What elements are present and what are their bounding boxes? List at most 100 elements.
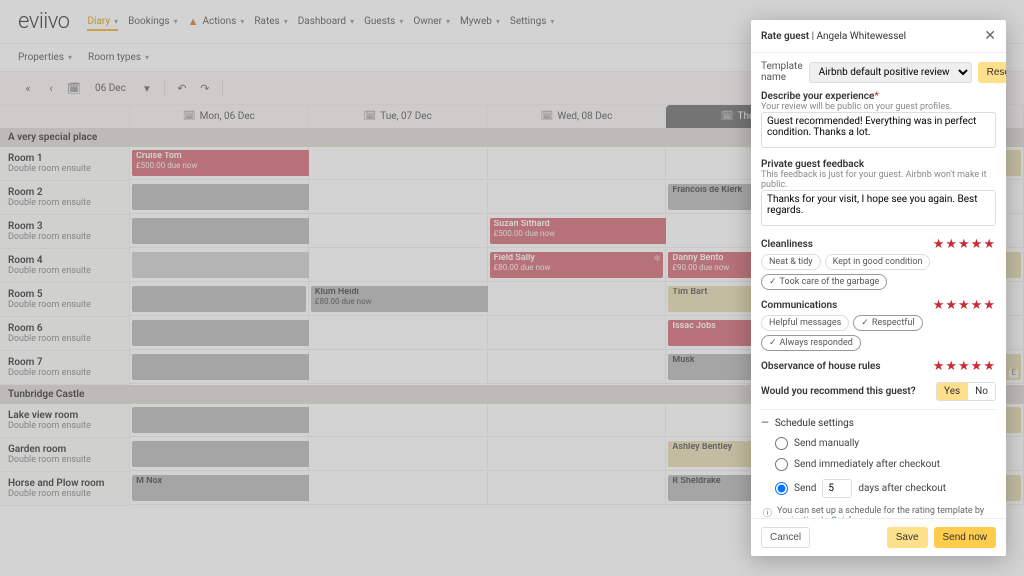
recommend-label: Would you recommend this guest? <box>761 386 916 397</box>
day-column-head[interactable]: 🗓Mon, 06 Dec <box>130 105 309 128</box>
room-label: Room 3Double room ensuite <box>0 215 130 249</box>
grid-cell[interactable] <box>309 249 488 282</box>
undo-icon[interactable]: ↶ <box>172 78 192 98</box>
reset-button[interactable]: Reset <box>978 62 1006 83</box>
room-label: Horse and Plow roomDouble room ensuite <box>0 472 130 506</box>
grid-cell[interactable] <box>488 404 667 437</box>
grid-cell[interactable]: Cruise Tom£500.00 due now✲ <box>130 147 309 180</box>
calendar-icon[interactable]: 🗓 <box>64 78 84 98</box>
grid-cell[interactable] <box>309 472 488 505</box>
room-label: Room 7Double room ensuite <box>0 351 130 385</box>
communications-section: Communications ★★★★★ Helpful messagesRes… <box>761 298 996 351</box>
grid-cell[interactable]: Suzan Sithard£500.00 due now <box>488 215 667 248</box>
private-textarea[interactable]: Thanks for your visit, I hope see you ag… <box>761 190 996 226</box>
brand-logo: eviivo <box>18 9 69 34</box>
grid-cell[interactable]: M Nox✲ <box>130 472 309 505</box>
send-now-button[interactable]: Send now <box>934 527 996 548</box>
room-label: Room 6Double room ensuite <box>0 317 130 351</box>
save-button[interactable]: Save <box>887 527 928 548</box>
room-types-filter[interactable]: Room types ▾ <box>88 52 149 63</box>
close-icon[interactable]: ✕ <box>984 28 996 44</box>
grid-cell[interactable] <box>488 317 667 350</box>
grid-corner <box>0 105 130 128</box>
schedule-days-radio[interactable]: Send days after checkout <box>761 479 996 498</box>
chip[interactable]: Respectful <box>853 315 922 331</box>
day-column-head[interactable]: 🗓Tue, 07 Dec <box>309 105 488 128</box>
first-page-icon[interactable]: « <box>18 78 38 98</box>
nav-owner[interactable]: Owner ▾ <box>413 16 450 27</box>
communications-label: Communications <box>761 300 837 311</box>
panel-footer: Cancel Save Send now <box>751 518 1006 556</box>
grid-cell[interactable]: Field Sally£80.00 due now✲ <box>488 249 667 282</box>
communications-stars[interactable]: ★★★★★ <box>933 298 996 313</box>
grid-cell[interactable] <box>309 147 488 180</box>
main-nav: Diary ▾ Bookings ▾ ▲ Actions ▾ Rates ▾ Dashb… <box>87 15 554 28</box>
recommend-row: Would you recommend this guest? Yes No <box>761 382 996 401</box>
grid-cell[interactable] <box>488 181 667 214</box>
schedule-title: Schedule settings <box>775 418 854 429</box>
day-column-head[interactable]: 🗓Wed, 08 Dec <box>488 105 667 128</box>
chevron-down-icon: ▾ <box>174 17 178 26</box>
recommend-yes[interactable]: Yes <box>936 382 968 401</box>
grid-cell[interactable] <box>130 351 309 384</box>
nav-actions[interactable]: ▲ Actions ▾ <box>188 15 245 28</box>
chevron-down-icon: ▾ <box>550 17 554 26</box>
grid-cell[interactable] <box>309 404 488 437</box>
nav-settings[interactable]: Settings ▾ <box>510 16 555 27</box>
grid-cell[interactable] <box>309 317 488 350</box>
radio-input[interactable] <box>775 458 788 471</box>
redo-icon[interactable]: ↷ <box>195 78 215 98</box>
schedule-after-checkout-radio[interactable]: Send immediately after checkout <box>761 458 996 471</box>
chevron-down-icon: ▾ <box>68 53 72 62</box>
grid-cell[interactable] <box>130 317 309 350</box>
nav-dashboard[interactable]: Dashboard ▾ <box>298 16 354 27</box>
chip[interactable]: Took care of the garbage <box>761 274 887 290</box>
booking-block[interactable] <box>132 286 306 312</box>
grid-cell[interactable] <box>130 181 309 214</box>
observance-stars[interactable]: ★★★★★ <box>933 359 996 374</box>
grid-cell[interactable] <box>130 438 309 471</box>
grid-cell[interactable] <box>130 215 309 248</box>
grid-cell[interactable] <box>488 351 667 384</box>
nav-bookings[interactable]: Bookings ▾ <box>128 16 177 27</box>
recommend-no[interactable]: No <box>968 382 996 401</box>
nav-diary[interactable]: Diary ▾ <box>87 16 118 31</box>
grid-cell[interactable] <box>309 181 488 214</box>
grid-cell[interactable] <box>130 404 309 437</box>
observance-label: Observance of house rules <box>761 361 881 372</box>
grid-cell[interactable] <box>488 438 667 471</box>
cleanliness-stars[interactable]: ★★★★★ <box>933 237 996 252</box>
grid-cell[interactable] <box>309 438 488 471</box>
grid-cell[interactable]: Klum Heidi£80.00 due now <box>309 283 488 316</box>
chip[interactable]: Always responded <box>761 335 861 351</box>
grid-cell[interactable] <box>488 472 667 505</box>
radio-input[interactable] <box>775 482 788 495</box>
chip[interactable]: Kept in good condition <box>825 254 931 270</box>
grid-cell[interactable]: ✕ <box>130 249 309 282</box>
prev-page-icon[interactable]: ‹ <box>41 78 61 98</box>
grid-cell[interactable] <box>488 147 667 180</box>
schedule-manual-radio[interactable]: Send manually <box>761 437 996 450</box>
grid-cell[interactable] <box>130 283 309 316</box>
nav-myweb[interactable]: Myweb ▾ <box>460 16 500 27</box>
experience-textarea[interactable]: Guest recommended! Everything was in per… <box>761 112 996 148</box>
experience-section: Describe your experience Your review wil… <box>761 91 996 151</box>
grid-cell[interactable] <box>309 351 488 384</box>
room-label: Room 1Double room ensuite <box>0 147 130 181</box>
grid-cell[interactable] <box>488 283 667 316</box>
chip[interactable]: Helpful messages <box>761 315 849 331</box>
nav-guests[interactable]: Guests ▾ <box>364 16 403 27</box>
nav-rates[interactable]: Rates ▾ <box>254 16 287 27</box>
template-select[interactable]: Airbnb default positive review <box>809 62 972 83</box>
grid-cell[interactable] <box>309 215 488 248</box>
current-date[interactable]: 06 Dec <box>87 81 134 96</box>
booking-block[interactable]: Field Sally£80.00 due now✲ <box>490 252 664 278</box>
cancel-button[interactable]: Cancel <box>761 527 810 548</box>
radio-input[interactable] <box>775 437 788 450</box>
chevron-down-icon[interactable]: ▾ <box>137 78 157 98</box>
recommend-toggle[interactable]: Yes No <box>936 382 996 401</box>
schedule-header[interactable]: — Schedule settings <box>761 409 996 429</box>
schedule-days-input[interactable] <box>822 479 852 498</box>
chip[interactable]: Neat & tidy <box>761 254 821 270</box>
properties-filter[interactable]: Properties ▾ <box>18 52 72 63</box>
